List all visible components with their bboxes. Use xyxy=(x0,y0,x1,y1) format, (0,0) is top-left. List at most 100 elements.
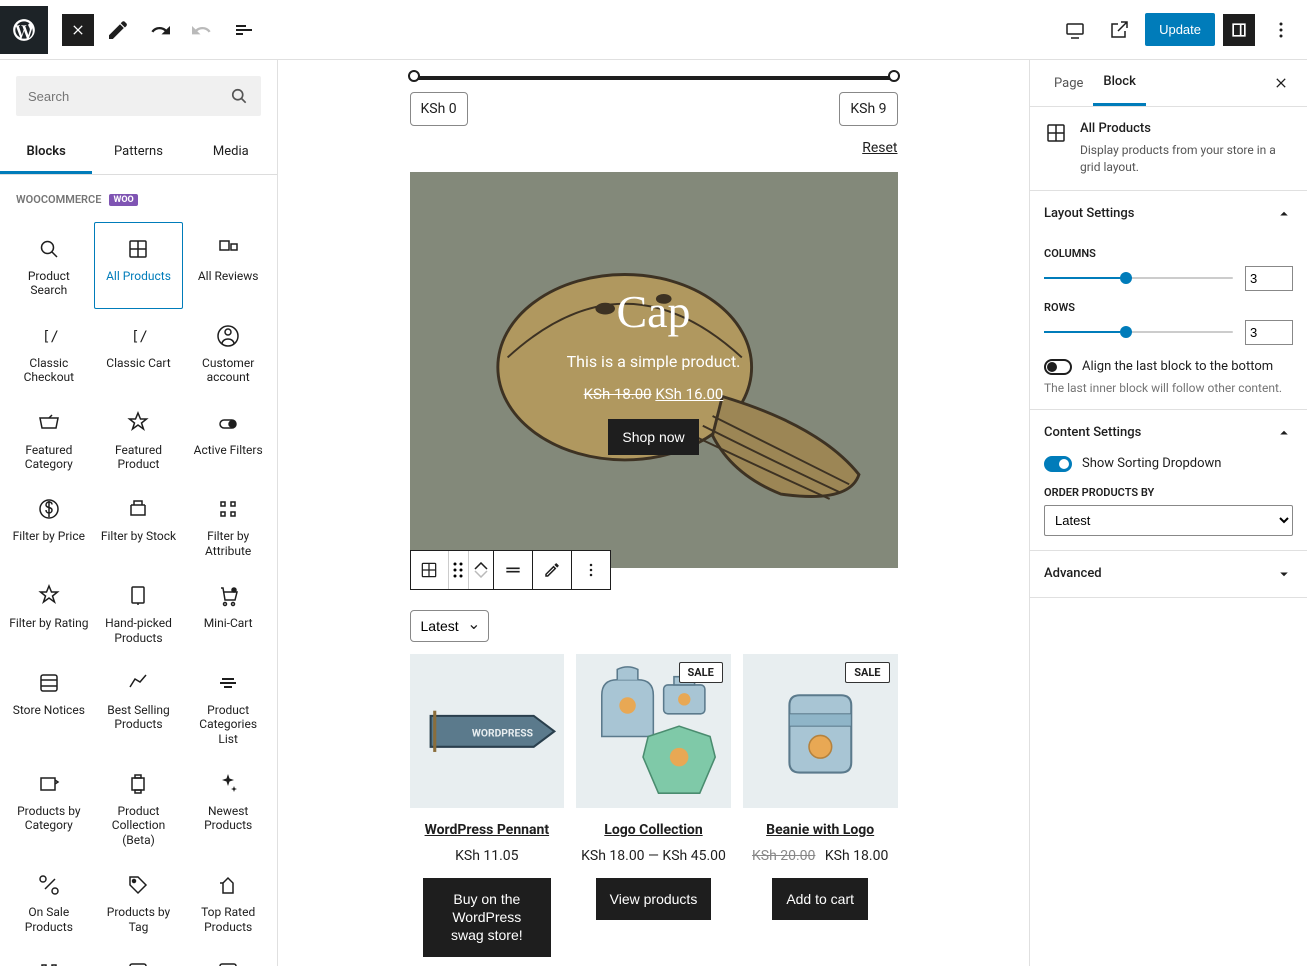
search-input-wrap[interactable] xyxy=(16,76,261,116)
block-type-button[interactable] xyxy=(411,551,449,589)
block-item-label: Featured Category xyxy=(9,443,89,472)
update-button[interactable]: Update xyxy=(1145,13,1215,46)
layout-panel-toggle[interactable]: Layout Settings xyxy=(1030,191,1307,237)
view-button[interactable] xyxy=(1057,12,1093,48)
product-price: KSh 20.00 KSh 18.00 xyxy=(743,848,898,864)
preview-button[interactable] xyxy=(1101,12,1137,48)
wp-logo[interactable] xyxy=(0,6,48,54)
block-item-classic-cart[interactable]: [/]Classic Cart xyxy=(94,309,184,396)
edit-button[interactable] xyxy=(533,551,571,589)
sidebar-icon xyxy=(1229,20,1249,40)
inserter-tab-blocks[interactable]: Blocks xyxy=(0,132,92,174)
order-select[interactable]: Latest xyxy=(1044,505,1293,536)
shop-now-button[interactable]: Shop now xyxy=(608,419,698,455)
product-title[interactable]: Beanie with Logo xyxy=(743,822,898,838)
block-item-filter-by-attribute[interactable]: Filter by Attribute xyxy=(183,482,273,569)
block-item-products-by-tag[interactable]: Products by Tag xyxy=(94,858,184,945)
sorting-toggle-label: Show Sorting Dropdown xyxy=(1082,456,1221,471)
price-max[interactable]: KSh 9 xyxy=(839,92,897,126)
settings-button[interactable] xyxy=(1223,14,1255,46)
block-item-hand-picked-products[interactable]: Hand-picked Products xyxy=(94,569,184,656)
block-item-icon xyxy=(216,671,240,695)
block-item-label: Active Filters xyxy=(194,443,263,457)
block-item-filter-by-rating[interactable]: Filter by Rating xyxy=(4,569,94,656)
featured-product-block[interactable]: Cap This is a simple product. KSh 18.00 … xyxy=(410,172,898,568)
block-item-filter-by-stock[interactable]: Filter by Stock xyxy=(94,482,184,569)
block-item-featured-product[interactable]: Featured Product xyxy=(94,396,184,483)
block-item-featured-category[interactable]: Featured Category xyxy=(4,396,94,483)
block-item-icon xyxy=(37,772,61,796)
sorting-toggle[interactable] xyxy=(1044,456,1072,472)
product-image[interactable]: SALE xyxy=(576,654,731,808)
columns-input[interactable] xyxy=(1245,266,1293,291)
block-item-product-search[interactable]: Product Search xyxy=(4,222,94,309)
price-max-handle[interactable] xyxy=(888,70,900,82)
inserter-tab-patterns[interactable]: Patterns xyxy=(92,132,184,174)
more-icon xyxy=(1269,18,1293,42)
tools-button[interactable] xyxy=(100,12,136,48)
rows-input[interactable] xyxy=(1245,320,1293,345)
drag-handle[interactable] xyxy=(449,551,469,589)
align-toggle[interactable] xyxy=(1044,359,1072,375)
undo-icon xyxy=(148,18,172,42)
move-buttons[interactable] xyxy=(469,551,493,589)
search-input[interactable] xyxy=(28,89,229,104)
redo-button[interactable] xyxy=(184,12,220,48)
block-item-all-reviews[interactable]: All Reviews xyxy=(183,222,273,309)
block-item-reviews-by-product[interactable]: Reviews by Product xyxy=(183,945,273,966)
block-item-customer-account[interactable]: Customer account xyxy=(183,309,273,396)
product-image[interactable]: SALE xyxy=(743,654,898,808)
close-sidebar-button[interactable] xyxy=(1263,65,1299,101)
sort-dropdown[interactable]: Latest xyxy=(410,610,489,642)
block-more-button[interactable] xyxy=(572,551,610,589)
product-image[interactable]: WORDPRESS xyxy=(410,654,565,808)
reset-link[interactable]: Reset xyxy=(410,140,898,156)
price-min[interactable]: KSh 0 xyxy=(410,92,468,126)
inserter-tab-media[interactable]: Media xyxy=(185,132,277,174)
block-item-all-products[interactable]: All Products xyxy=(94,222,184,309)
product-price: KSh 18.00 — KSh 45.00 xyxy=(576,848,731,864)
block-item-mini-cart[interactable]: Mini-Cart xyxy=(183,569,273,656)
content-panel-toggle[interactable]: Content Settings xyxy=(1030,410,1307,456)
rows-slider[interactable] xyxy=(1044,331,1233,333)
search-icon xyxy=(229,86,249,106)
chevron-down-icon xyxy=(474,570,488,578)
block-item-label: Products by Category xyxy=(9,804,89,833)
editor-canvas[interactable]: KSh 0 KSh 9 Reset Cap This is a simp xyxy=(278,60,1029,966)
block-item-reviews-by-category[interactable]: Reviews by Category xyxy=(94,945,184,966)
undo-button[interactable] xyxy=(142,12,178,48)
close-inserter-button[interactable] xyxy=(62,14,94,46)
block-item-product-collection-beta-[interactable]: Product Collection (Beta) xyxy=(94,757,184,858)
block-item-products-by-attribute[interactable]: Products by Attribute xyxy=(4,945,94,966)
block-item-icon xyxy=(126,237,150,261)
advanced-panel-toggle[interactable]: Advanced xyxy=(1030,551,1307,597)
block-item-newest-products[interactable]: Newest Products xyxy=(183,757,273,858)
block-item-active-filters[interactable]: Active Filters xyxy=(183,396,273,483)
block-item-filter-by-price[interactable]: Filter by Price xyxy=(4,482,94,569)
block-item-best-selling-products[interactable]: Best Selling Products xyxy=(94,656,184,757)
price-min-handle[interactable] xyxy=(408,70,420,82)
block-item-on-sale-products[interactable]: On Sale Products xyxy=(4,858,94,945)
tab-block[interactable]: Block xyxy=(1093,60,1145,106)
product-action-button[interactable]: Add to cart xyxy=(772,878,868,920)
product-title[interactable]: WordPress Pennant xyxy=(410,822,565,838)
list-icon xyxy=(232,18,256,42)
block-item-store-notices[interactable]: Store Notices xyxy=(4,656,94,757)
block-name: All Products xyxy=(1080,121,1293,136)
block-item-classic-checkout[interactable]: [/]Classic Checkout xyxy=(4,309,94,396)
block-item-products-by-category[interactable]: Products by Category xyxy=(4,757,94,858)
block-item-product-categories-list[interactable]: Product Categories List xyxy=(183,656,273,757)
columns-slider[interactable] xyxy=(1044,277,1233,279)
block-item-top-rated-products[interactable]: Top Rated Products xyxy=(183,858,273,945)
product-action-button[interactable]: Buy on the WordPress swag store! xyxy=(423,878,551,957)
section-label: WOOCOMMERCE xyxy=(16,193,101,206)
product-title[interactable]: Logo Collection xyxy=(576,822,731,838)
align-button[interactable] xyxy=(494,551,532,589)
block-item-icon xyxy=(126,960,150,966)
tab-page[interactable]: Page xyxy=(1044,62,1093,105)
document-overview-button[interactable] xyxy=(226,12,262,48)
product-action-button[interactable]: View products xyxy=(596,878,712,920)
block-item-icon xyxy=(37,237,61,261)
options-button[interactable] xyxy=(1263,12,1299,48)
filter-by-price-block[interactable]: KSh 0 KSh 9 Reset xyxy=(410,76,898,156)
